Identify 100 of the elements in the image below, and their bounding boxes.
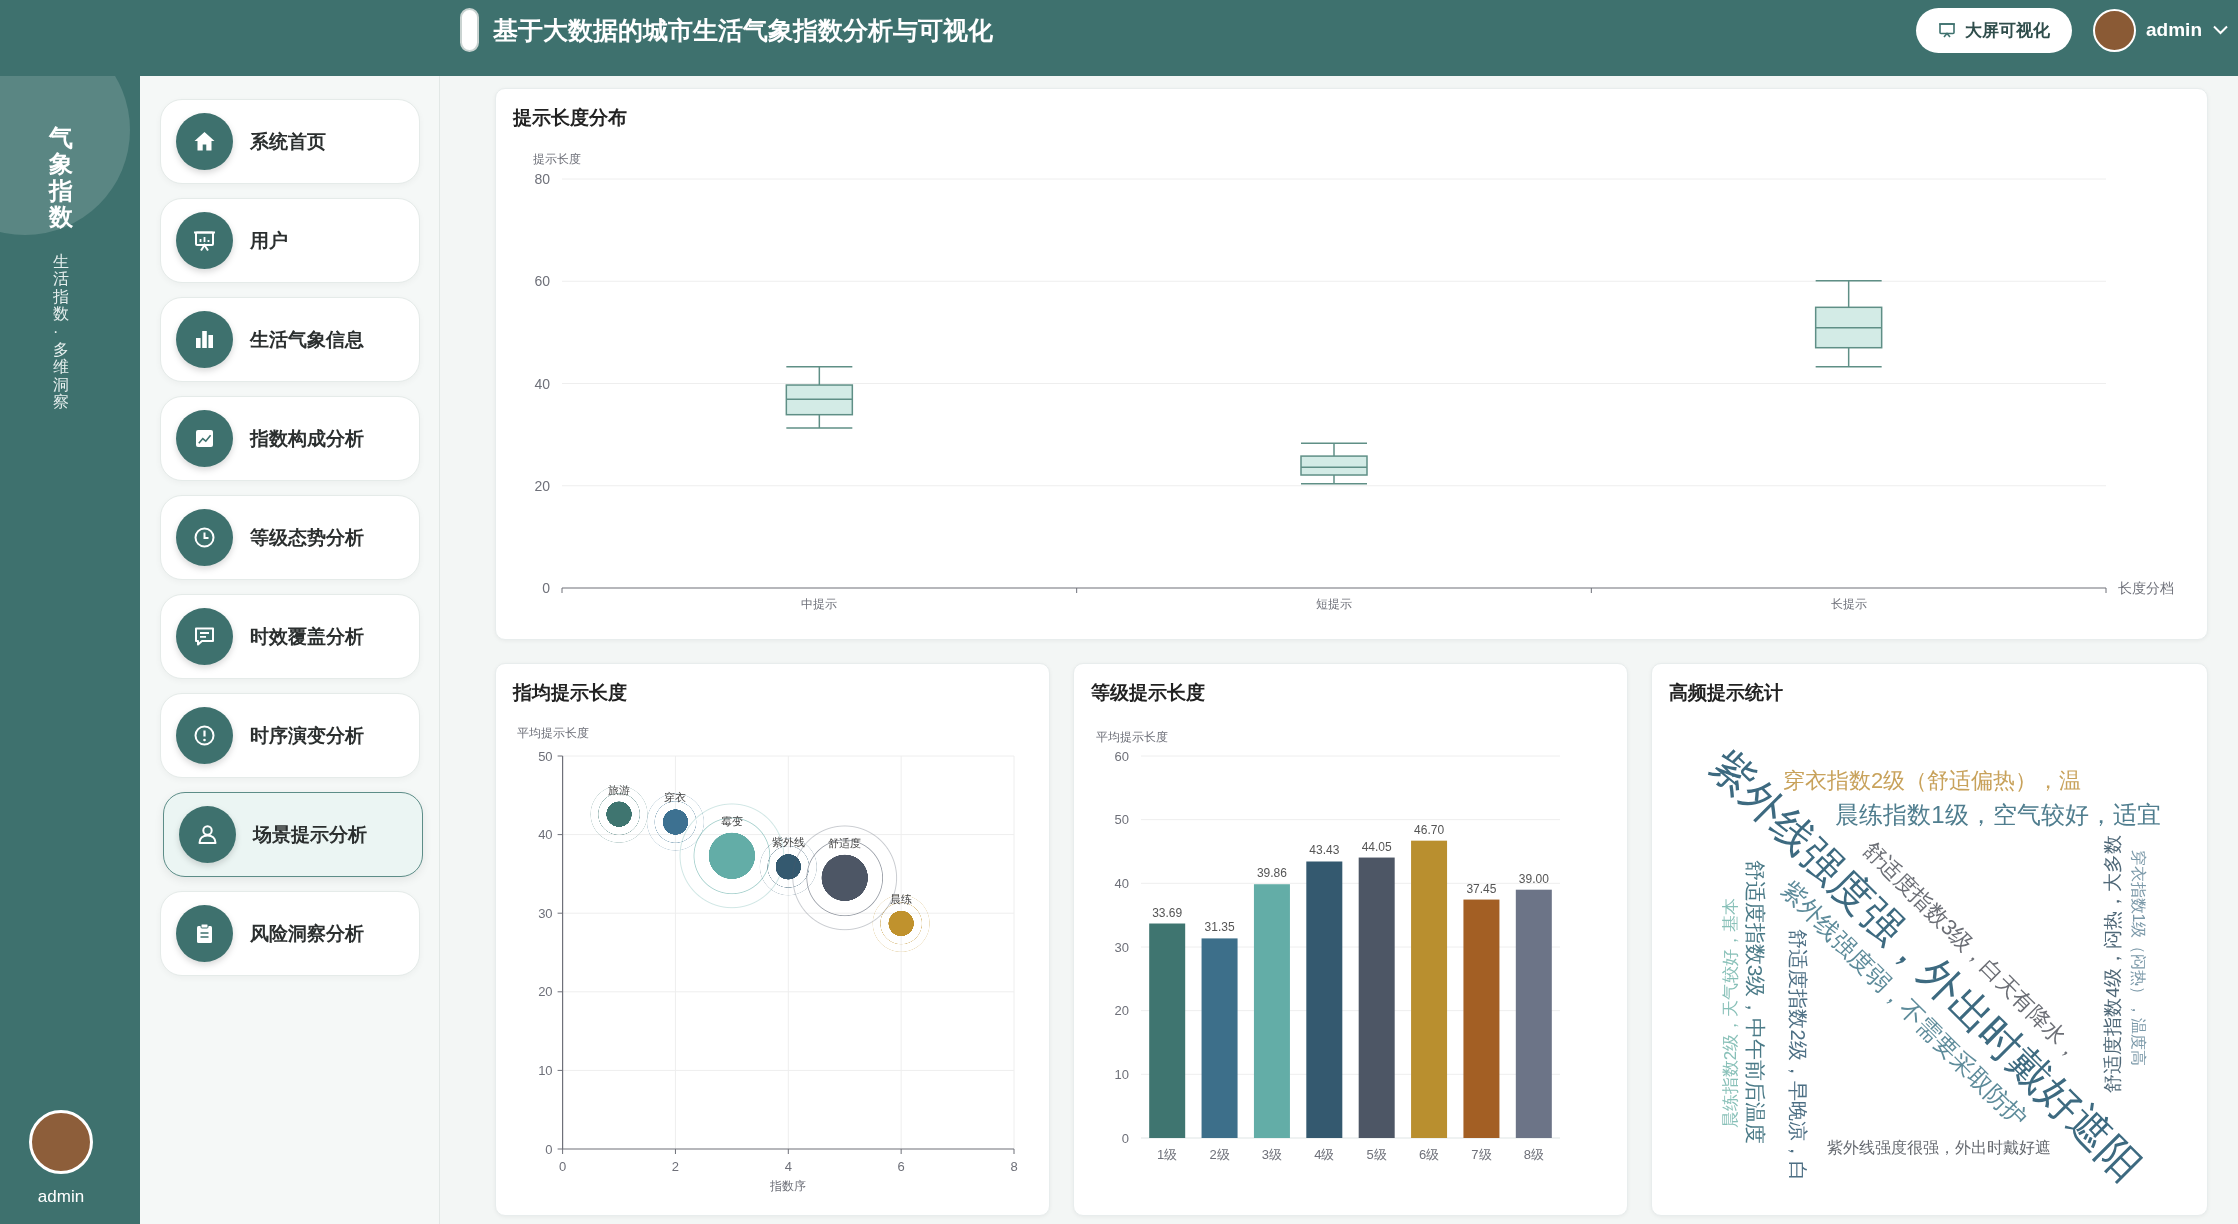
bar-value-label: 39.00 [1518,871,1549,886]
median-line [1300,466,1368,469]
y-tick-label: 10 [538,1062,553,1078]
bar-chart-icon [176,311,233,368]
line-chart-icon [176,410,233,467]
menu-item[interactable]: 指数构成分析 [160,396,420,481]
clock-icon [176,509,233,566]
x-tick-label: 4 [784,1158,792,1174]
menu-item[interactable]: 用户 [160,198,420,283]
y-tick-label: 40 [1114,875,1129,891]
menu-item[interactable]: 风险洞察分析 [160,891,420,976]
big-screen-button[interactable]: 大屏可视化 [1916,7,2073,53]
box-body [785,384,854,416]
category-label: 2级 [1209,1146,1230,1162]
cloud-word: 晨练指数2级，天气较好，基本 [1721,897,1739,1129]
category-label: 1级 [1157,1146,1178,1162]
y-axis-title: 提示长度 [533,152,581,166]
bar-value-label: 43.43 [1309,843,1340,858]
category-label: 7级 [1471,1146,1492,1162]
lower-whisker [1300,474,1368,485]
presentation-board-icon [176,212,233,269]
bar-value-label: 44.05 [1361,839,1392,854]
category-label: 6级 [1418,1146,1440,1162]
card-title: 提示长度分布 [513,107,627,129]
y-axis-title: 平均提示长度 [517,726,589,740]
user-avatar [29,1110,93,1174]
card-title: 指均提示长度 [513,682,627,704]
card-title: 等级提示长度 [1091,682,1205,704]
upper-whisker [785,365,854,386]
y-tick-label: 0 [545,1141,553,1157]
lower-whisker [1814,346,1883,368]
bar-value-label: 46.70 [1414,822,1445,837]
y-tick-label: 20 [534,477,550,494]
bubble-label: 霉变 [720,814,743,827]
person-icon [179,806,236,863]
y-tick-label: 30 [538,905,553,921]
bar-value-label: 33.69 [1152,905,1183,920]
bubble-label: 紫外线 [771,836,805,849]
card-title: 高频提示统计 [1669,682,1783,704]
category-label: 长提示 [1830,597,1867,611]
presentation-board-icon [1938,22,1957,38]
category-label: 中提示 [801,597,838,611]
cloud-word: 舒适度指数3级，中午前后温度 [1744,859,1766,1145]
bar-value-label: 31.35 [1204,920,1235,935]
y-tick-label: 0 [1121,1130,1129,1146]
x-tick-label: 6 [897,1158,905,1174]
x-axis-title: 指数序 [770,1179,807,1193]
exclamation-circle-icon [176,707,233,764]
y-tick-label: 10 [1114,1066,1129,1082]
y-tick-label: 80 [534,171,550,187]
bubble-label: 晨练 [890,892,913,905]
median-line [1814,327,1883,329]
user-name: admin [37,1187,85,1207]
menu-item[interactable]: 系统首页 [160,99,420,184]
menu-item[interactable]: 时效覆盖分析 [160,594,420,679]
rail-subtitle: 生活指数·多维洞察 [53,252,69,411]
caret-icon[interactable] [2213,25,2228,35]
menu-item[interactable]: 场景提示分析 [163,792,423,877]
cloud-word: 舒适度指数2级，早晚凉，白 [1788,929,1808,1181]
category-label: 5级 [1366,1146,1387,1162]
upper-whisker [1300,442,1368,457]
user-avatar[interactable] [2093,8,2137,52]
bubble-label: 穿衣 [664,791,687,804]
y-tick-label: 60 [1114,748,1129,764]
app-title: 基于大数据的城市生活气象指数分析与可视化 [493,15,993,45]
bubble-label: 舒适度 [828,836,862,849]
bubble-label: 旅游 [608,783,631,796]
y-tick-label: 30 [1114,939,1129,955]
category-label: 4级 [1314,1146,1335,1162]
box-body [1814,306,1883,349]
y-axis-title: 平均提示长度 [1096,730,1168,744]
rail-title: 气象指数 [49,125,73,231]
capsule-icon [460,8,479,52]
menu-item[interactable]: 等级态势分析 [160,495,420,580]
upper-whisker [1814,280,1883,309]
home-icon [176,113,233,170]
cloud-word: 晨练指数1级，空气较好，适宜 [1835,803,2161,827]
y-tick-label: 50 [538,748,553,764]
bar-value-label: 39.86 [1256,866,1287,881]
lower-whisker [785,413,854,429]
category-label: 8级 [1523,1146,1544,1162]
y-tick-label: 20 [1114,1003,1129,1019]
menu-item[interactable]: 生活气象信息 [160,297,420,382]
y-tick-label: 60 [534,273,550,290]
menu-item[interactable]: 时序演变分析 [160,693,420,778]
cloud-word: 紫外线强度很强，外出时戴好遮 [1827,1140,2051,1156]
cloud-word: 舒适度指数4级，闷热，大多数 [2102,835,2122,1093]
user-name[interactable]: admin [2146,18,2202,42]
clipboard-icon [176,905,233,962]
cloud-word: 穿衣指数1级（闷热），温度高 [2130,849,2146,1067]
y-tick-label: 0 [542,580,550,596]
y-tick-label: 40 [534,375,550,392]
x-tick-label: 8 [1010,1158,1018,1174]
category-label: 短提示 [1316,597,1352,611]
category-label: 3级 [1261,1146,1283,1162]
cloud-word: 穿衣指数2级（舒适偏热），温 [1782,770,2082,792]
x-tick-label: 2 [671,1158,680,1174]
x-tick-label: 0 [559,1158,567,1174]
chat-bubble-icon [176,608,233,665]
median-line [785,398,854,401]
